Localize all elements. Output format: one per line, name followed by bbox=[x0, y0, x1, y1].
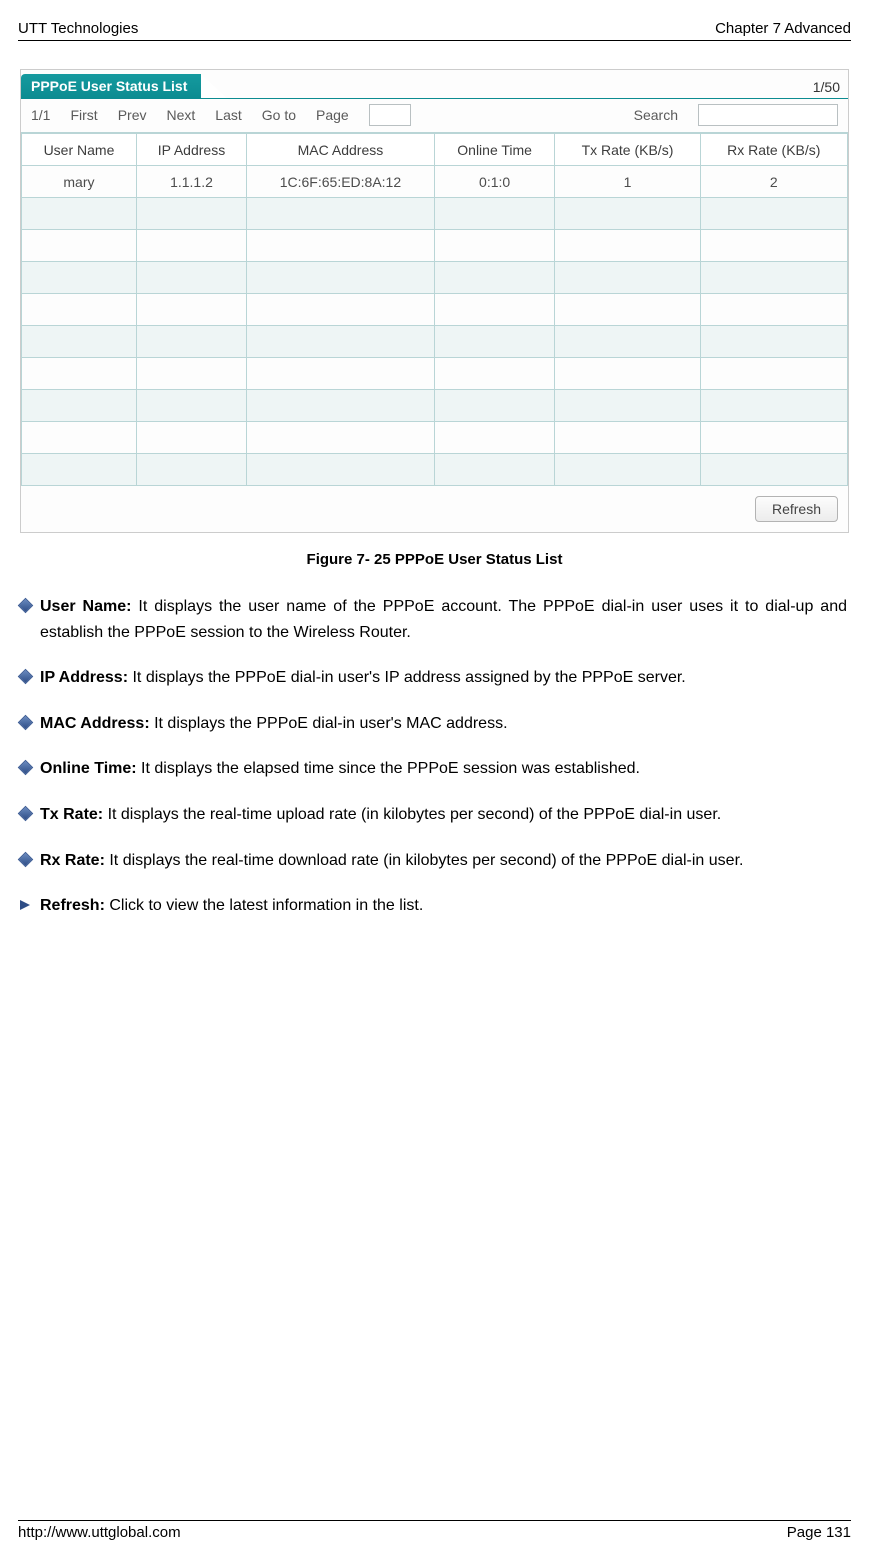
description-item: Refresh: Click to view the latest inform… bbox=[40, 893, 847, 919]
table-header-row: User Name IP Address MAC Address Online … bbox=[22, 134, 848, 166]
doc-header: UTT Technologies Chapter 7 Advanced bbox=[18, 20, 851, 41]
description-text: It displays the user name of the PPPoE a… bbox=[40, 598, 847, 641]
col-ip: IP Address bbox=[136, 134, 246, 166]
cell-user: mary bbox=[22, 166, 137, 198]
description-text: It displays the elapsed time since the P… bbox=[137, 760, 640, 777]
table-row-empty bbox=[22, 326, 848, 358]
status-table: User Name IP Address MAC Address Online … bbox=[21, 133, 848, 486]
pager-status: 1/1 bbox=[31, 107, 50, 123]
pagination-toolbar: 1/1 First Prev Next Last Go to Page Sear… bbox=[21, 98, 848, 133]
table-row-empty bbox=[22, 198, 848, 230]
page-label: Page bbox=[316, 107, 349, 123]
description-text: It displays the PPPoE dial-in user's MAC… bbox=[150, 715, 508, 732]
doc-header-left: UTT Technologies bbox=[18, 20, 138, 37]
description-term: Online Time: bbox=[40, 760, 137, 777]
description-text: Click to view the latest information in … bbox=[105, 897, 423, 914]
description-item: User Name: It displays the user name of … bbox=[40, 594, 847, 645]
cell-online: 0:1:0 bbox=[434, 166, 555, 198]
table-row-empty bbox=[22, 262, 848, 294]
cell-ip: 1.1.1.2 bbox=[136, 166, 246, 198]
description-term: IP Address: bbox=[40, 669, 128, 686]
refresh-button[interactable]: Refresh bbox=[755, 496, 838, 522]
col-mac: MAC Address bbox=[247, 134, 435, 166]
col-tx: Tx Rate (KB/s) bbox=[555, 134, 700, 166]
footer-page: Page 131 bbox=[787, 1524, 851, 1541]
goto-input[interactable] bbox=[369, 104, 411, 126]
last-link[interactable]: Last bbox=[215, 107, 241, 123]
table-row: mary1.1.1.21C:6F:65:ED:8A:120:1:012 bbox=[22, 166, 848, 198]
col-username: User Name bbox=[22, 134, 137, 166]
col-rx: Rx Rate (KB/s) bbox=[700, 134, 847, 166]
doc-header-right: Chapter 7 Advanced bbox=[715, 20, 851, 37]
description-item: Online Time: It displays the elapsed tim… bbox=[40, 756, 847, 782]
description-list: User Name: It displays the user name of … bbox=[18, 594, 851, 919]
table-row-empty bbox=[22, 294, 848, 326]
search-label: Search bbox=[634, 107, 678, 123]
panel-title-tab: PPPoE User Status List bbox=[21, 74, 201, 98]
footer-url: http://www.uttglobal.com bbox=[18, 1524, 181, 1541]
description-term: MAC Address: bbox=[40, 715, 150, 732]
table-row-empty bbox=[22, 454, 848, 486]
description-item: Rx Rate: It displays the real-time downl… bbox=[40, 848, 847, 874]
first-link[interactable]: First bbox=[70, 107, 97, 123]
goto-label: Go to bbox=[262, 107, 296, 123]
record-count: 1/50 bbox=[813, 79, 848, 98]
next-link[interactable]: Next bbox=[166, 107, 195, 123]
description-text: It displays the PPPoE dial-in user's IP … bbox=[128, 669, 686, 686]
description-item: MAC Address: It displays the PPPoE dial-… bbox=[40, 711, 847, 737]
cell-mac: 1C:6F:65:ED:8A:12 bbox=[247, 166, 435, 198]
description-item: Tx Rate: It displays the real-time uploa… bbox=[40, 802, 847, 828]
screenshot-panel: PPPoE User Status List 1/50 1/1 First Pr… bbox=[20, 69, 849, 533]
description-term: Tx Rate: bbox=[40, 806, 103, 823]
description-term: Rx Rate: bbox=[40, 852, 105, 869]
cell-tx: 1 bbox=[555, 166, 700, 198]
col-online: Online Time bbox=[434, 134, 555, 166]
description-text: It displays the real-time download rate … bbox=[105, 852, 744, 869]
table-row-empty bbox=[22, 230, 848, 262]
table-row-empty bbox=[22, 390, 848, 422]
description-term: Refresh: bbox=[40, 897, 105, 914]
description-item: IP Address: It displays the PPPoE dial-i… bbox=[40, 665, 847, 691]
table-row-empty bbox=[22, 358, 848, 390]
doc-footer: http://www.uttglobal.com Page 131 bbox=[18, 1520, 851, 1541]
search-input[interactable] bbox=[698, 104, 838, 126]
description-text: It displays the real-time upload rate (i… bbox=[103, 806, 721, 823]
table-row-empty bbox=[22, 422, 848, 454]
description-term: User Name: bbox=[40, 598, 131, 615]
cell-rx: 2 bbox=[700, 166, 847, 198]
prev-link[interactable]: Prev bbox=[118, 107, 147, 123]
figure-caption: Figure 7- 25 PPPoE User Status List bbox=[18, 551, 851, 568]
